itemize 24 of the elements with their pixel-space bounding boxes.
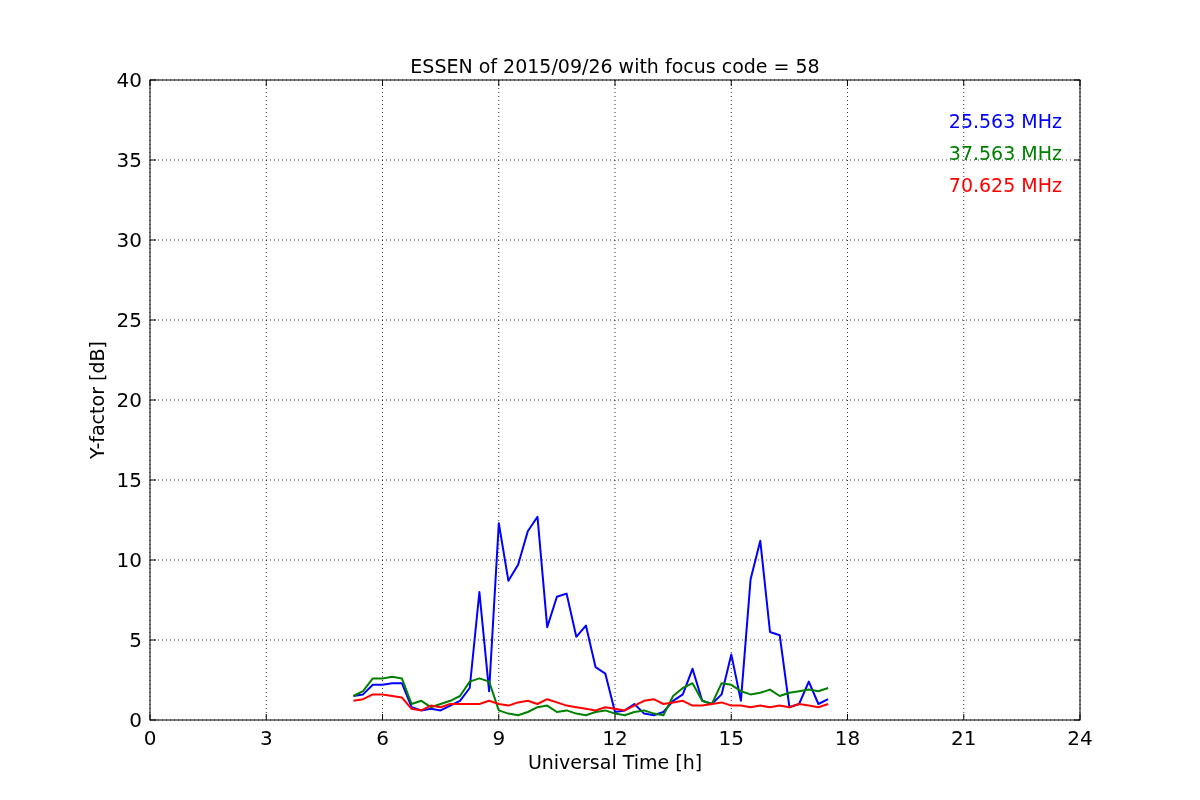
legend-label: 70.625 MHz <box>948 174 1062 196</box>
y-tick-label: 10 <box>116 548 142 572</box>
y-axis-label: Y-factor [dB] <box>86 341 108 459</box>
y-tick-label: 5 <box>129 628 142 652</box>
y-tick-label: 25 <box>116 308 142 332</box>
y-tick-label: 0 <box>129 708 142 732</box>
x-tick-label: 6 <box>376 726 389 750</box>
y-tick-label: 35 <box>116 148 142 172</box>
x-tick-label: 18 <box>834 726 861 750</box>
x-tick-label: 21 <box>951 726 977 750</box>
legend-label: 25.563 MHz <box>948 110 1062 132</box>
x-tick-label: 12 <box>602 726 628 750</box>
y-tick-label: 40 <box>116 68 142 92</box>
legend-label: 37.563 MHz <box>948 142 1062 164</box>
y-tick-label: 30 <box>116 228 142 252</box>
x-tick-label: 3 <box>259 726 273 750</box>
x-tick-label: 15 <box>718 726 744 750</box>
x-axis-label: Universal Time [h] <box>527 751 703 773</box>
y-tick-label: 20 <box>116 388 142 412</box>
x-tick-label: 0 <box>143 726 157 750</box>
x-tick-label: 9 <box>492 726 506 750</box>
chart-title: ESSEN of 2015/09/26 with focus code = 58 <box>410 55 820 77</box>
x-tick-label: 24 <box>1067 726 1093 750</box>
y-tick-label: 15 <box>116 468 142 492</box>
